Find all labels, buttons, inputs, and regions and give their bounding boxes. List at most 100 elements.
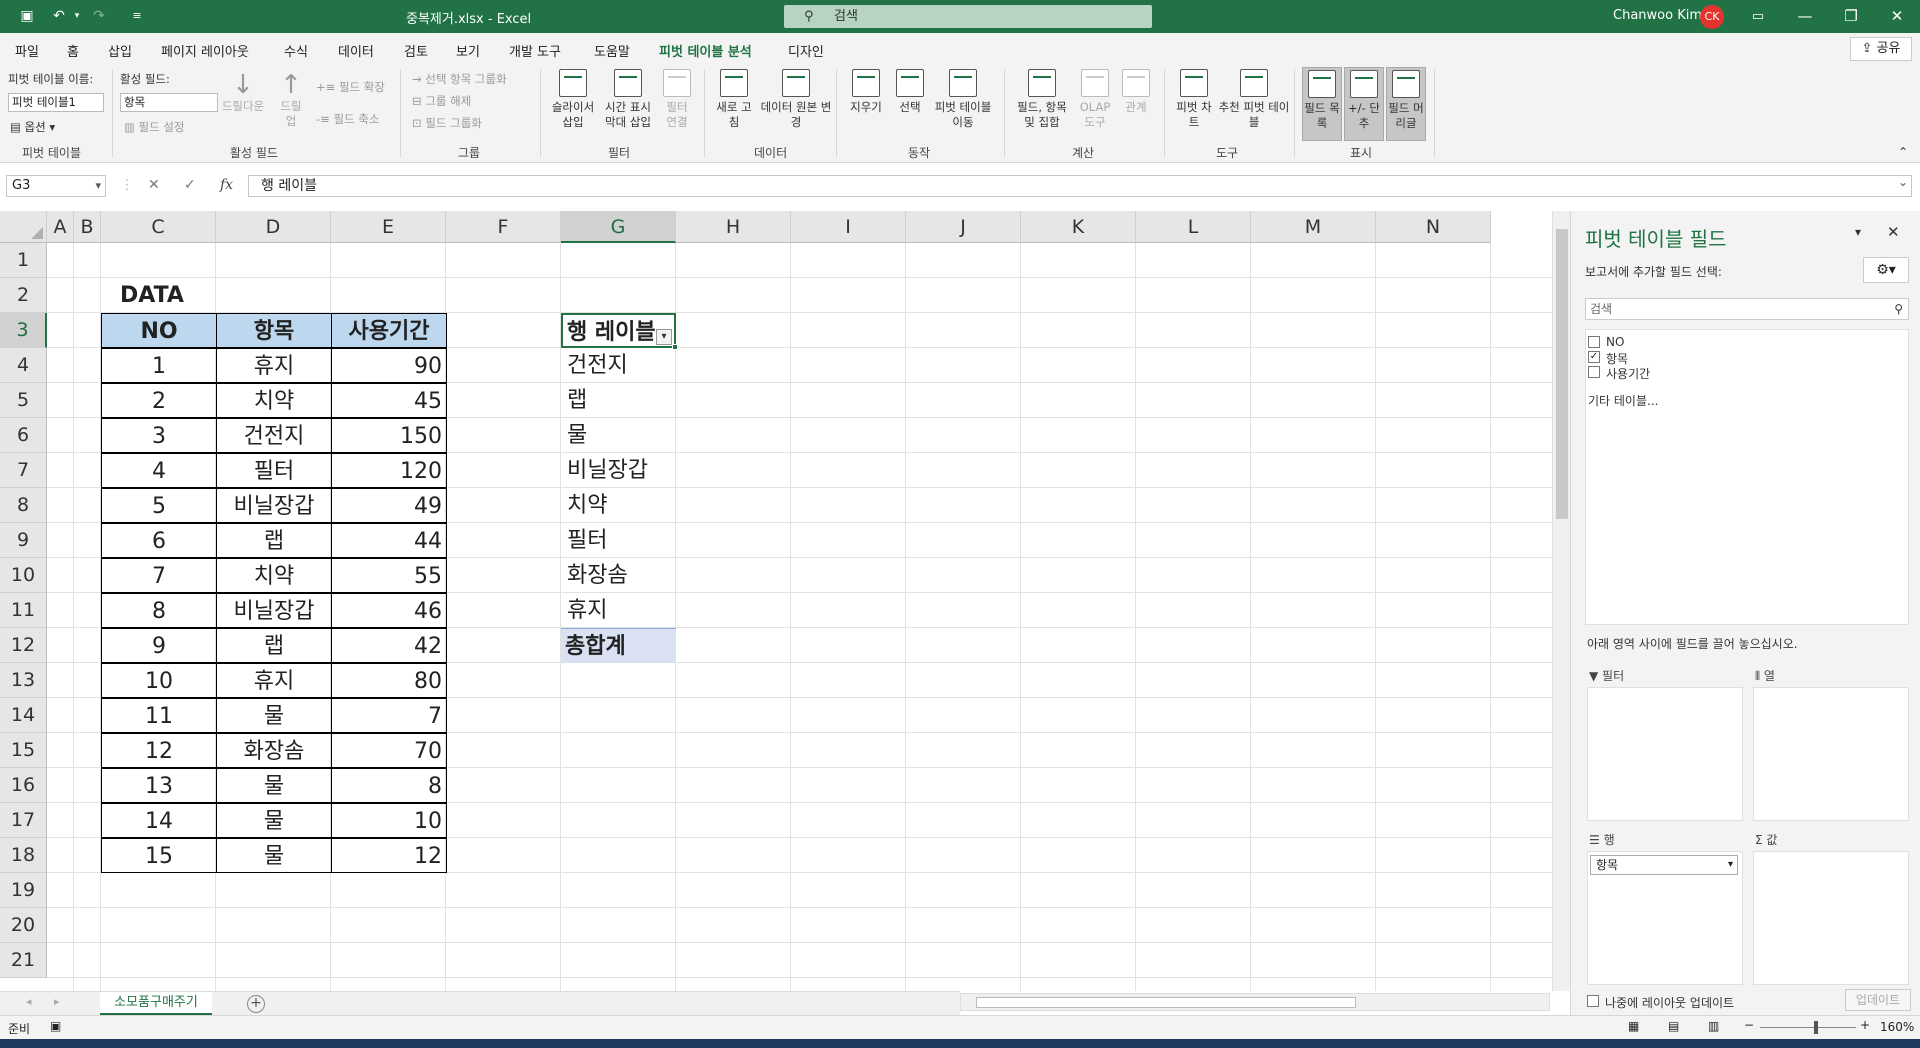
row-header-12[interactable]: 12 <box>0 628 47 663</box>
clear-button[interactable]: 지우기 <box>844 69 888 115</box>
minimize-icon[interactable]: — <box>1782 0 1828 33</box>
filter-area[interactable] <box>1587 687 1743 821</box>
drilldown-button[interactable]: ↓ 드릴다운 <box>218 71 268 114</box>
table-cell[interactable]: 휴지 <box>216 348 332 383</box>
options-button[interactable]: ▤ 옵션 ▾ <box>10 119 55 135</box>
pt-name-input[interactable]: 피벗 테이블1 <box>8 93 104 112</box>
row-field-chip[interactable]: 항목 ▾ <box>1590 855 1738 875</box>
insert-function-icon[interactable]: fx <box>220 177 233 193</box>
cancel-icon[interactable]: ✕ <box>148 177 160 193</box>
undo-dropdown-icon[interactable]: ▾ <box>66 6 88 26</box>
data-title-cell[interactable]: DATA <box>120 278 235 313</box>
table-cell[interactable]: 150 <box>331 418 447 453</box>
table-cell[interactable]: 42 <box>331 628 447 663</box>
table-cell[interactable]: 물 <box>216 803 332 838</box>
group-field-button[interactable]: ⊡ 필드 그룹화 <box>412 115 482 131</box>
insert-timeline-button[interactable]: 시간 표시 막대 삽입 <box>600 69 656 130</box>
macro-record-icon[interactable]: ▣ <box>50 1019 61 1033</box>
more-tables-link[interactable]: 기타 테이블... <box>1588 392 1658 409</box>
table-header-cell[interactable]: NO <box>101 313 217 348</box>
relationships-button[interactable]: 관계 <box>1118 69 1154 115</box>
row-header-21[interactable]: 21 <box>0 943 47 978</box>
formula-input[interactable]: 행 레이블 <box>248 175 1912 197</box>
table-cell[interactable]: 비닐장갑 <box>216 593 332 628</box>
defer-update-checkbox[interactable] <box>1587 995 1599 1007</box>
pane-close-icon[interactable]: ✕ <box>1887 223 1900 241</box>
vertical-scroll-thumb[interactable] <box>1556 229 1568 519</box>
row-header-14[interactable]: 14 <box>0 698 47 733</box>
pivot-row-item[interactable]: 비닐장갑 <box>561 453 676 488</box>
field-label[interactable]: 사용기간 <box>1606 365 1650 382</box>
tab-pivot-analyze[interactable]: 피벗 테이블 분석 <box>659 41 752 66</box>
table-cell[interactable]: 비닐장갑 <box>216 488 332 523</box>
table-cell[interactable]: 화장솜 <box>216 733 332 768</box>
table-cell[interactable]: 3 <box>101 418 217 453</box>
horizontal-scrollbar[interactable] <box>960 993 1550 1011</box>
pivot-row-item[interactable]: 치약 <box>561 488 676 523</box>
table-cell[interactable]: 8 <box>331 768 447 803</box>
zoom-level[interactable]: 160% <box>1880 1020 1914 1034</box>
vertical-scrollbar[interactable] <box>1552 211 1570 991</box>
column-header-h[interactable]: H <box>676 211 791 243</box>
tab-help[interactable]: 도움말 <box>594 41 630 60</box>
group-selection-button[interactable]: → 선택 항목 그룹화 <box>412 71 507 87</box>
row-header-5[interactable]: 5 <box>0 383 47 418</box>
columns-area[interactable] <box>1753 687 1909 821</box>
normal-view-icon[interactable]: ▦ <box>1628 1019 1639 1033</box>
tab-insert[interactable]: 삽입 <box>108 41 132 60</box>
table-cell[interactable]: 6 <box>101 523 217 558</box>
ungroup-button[interactable]: ⊟ 그룹 해제 <box>412 93 471 109</box>
tab-file[interactable]: 파일 <box>15 41 39 60</box>
table-cell[interactable]: 12 <box>101 733 217 768</box>
table-cell[interactable]: 물 <box>216 698 332 733</box>
avatar[interactable]: CK <box>1700 5 1724 29</box>
recommended-pivottables-button[interactable]: 추천 피벗 테이블 <box>1218 69 1290 130</box>
table-cell[interactable]: 49 <box>331 488 447 523</box>
table-cell[interactable]: 2 <box>101 383 217 418</box>
pivot-filter-dropdown-icon[interactable]: ▾ <box>656 329 672 345</box>
column-header-b[interactable]: B <box>74 211 101 243</box>
row-header-18[interactable]: 18 <box>0 838 47 873</box>
field-checkbox-2[interactable] <box>1588 366 1600 378</box>
select-all-corner[interactable] <box>0 211 47 243</box>
pivotchart-button[interactable]: 피벗 차트 <box>1172 69 1216 130</box>
chevron-down-icon[interactable]: ▾ <box>1728 856 1733 874</box>
pivot-row-item[interactable]: 휴지 <box>561 593 676 628</box>
name-box[interactable]: G3 <box>6 175 106 197</box>
refresh-button[interactable]: 새로 고침 <box>712 69 756 130</box>
table-header-cell[interactable]: 사용기간 <box>331 313 447 348</box>
prev-sheet-icon[interactable]: ◂ <box>26 995 32 1008</box>
search-box[interactable]: ⚲ 검색 <box>784 5 1152 28</box>
save-icon[interactable]: ▣ <box>16 6 38 26</box>
customize-qat-icon[interactable]: ≡ <box>126 6 148 26</box>
share-button[interactable]: ⇪ 공유 <box>1850 37 1912 61</box>
table-cell[interactable]: 44 <box>331 523 447 558</box>
field-checkbox-0[interactable] <box>1588 336 1600 348</box>
column-header-a[interactable]: A <box>47 211 74 243</box>
pivot-row-item[interactable]: 물 <box>561 418 676 453</box>
column-header-k[interactable]: K <box>1021 211 1136 243</box>
table-cell[interactable]: 120 <box>331 453 447 488</box>
column-header-n[interactable]: N <box>1376 211 1491 243</box>
field-checkbox-1[interactable]: ✓ <box>1588 351 1600 363</box>
column-header-m[interactable]: M <box>1251 211 1376 243</box>
pane-options-dropdown-icon[interactable]: ▾ <box>1855 225 1861 239</box>
table-cell[interactable]: 건전지 <box>216 418 332 453</box>
column-header-j[interactable]: J <box>906 211 1021 243</box>
column-header-i[interactable]: I <box>791 211 906 243</box>
filter-connections-button[interactable]: 필터 연결 <box>660 69 694 130</box>
pane-settings-button[interactable]: ⚙▾ <box>1863 257 1909 283</box>
field-label[interactable]: NO <box>1606 335 1624 349</box>
tab-design[interactable]: 디자인 <box>788 41 824 60</box>
zoom-slider[interactable] <box>1760 1021 1856 1034</box>
column-header-f[interactable]: F <box>446 211 561 243</box>
row-header-7[interactable]: 7 <box>0 453 47 488</box>
expand-field-button[interactable]: +≡ 필드 확장 <box>316 79 385 95</box>
row-header-17[interactable]: 17 <box>0 803 47 838</box>
tab-formulas[interactable]: 수식 <box>284 41 308 60</box>
close-icon[interactable]: ✕ <box>1874 0 1920 33</box>
row-header-1[interactable]: 1 <box>0 243 47 278</box>
column-header-l[interactable]: L <box>1136 211 1251 243</box>
olap-tools-button[interactable]: OLAP 도구 <box>1074 69 1116 130</box>
tab-review[interactable]: 검토 <box>404 41 428 60</box>
